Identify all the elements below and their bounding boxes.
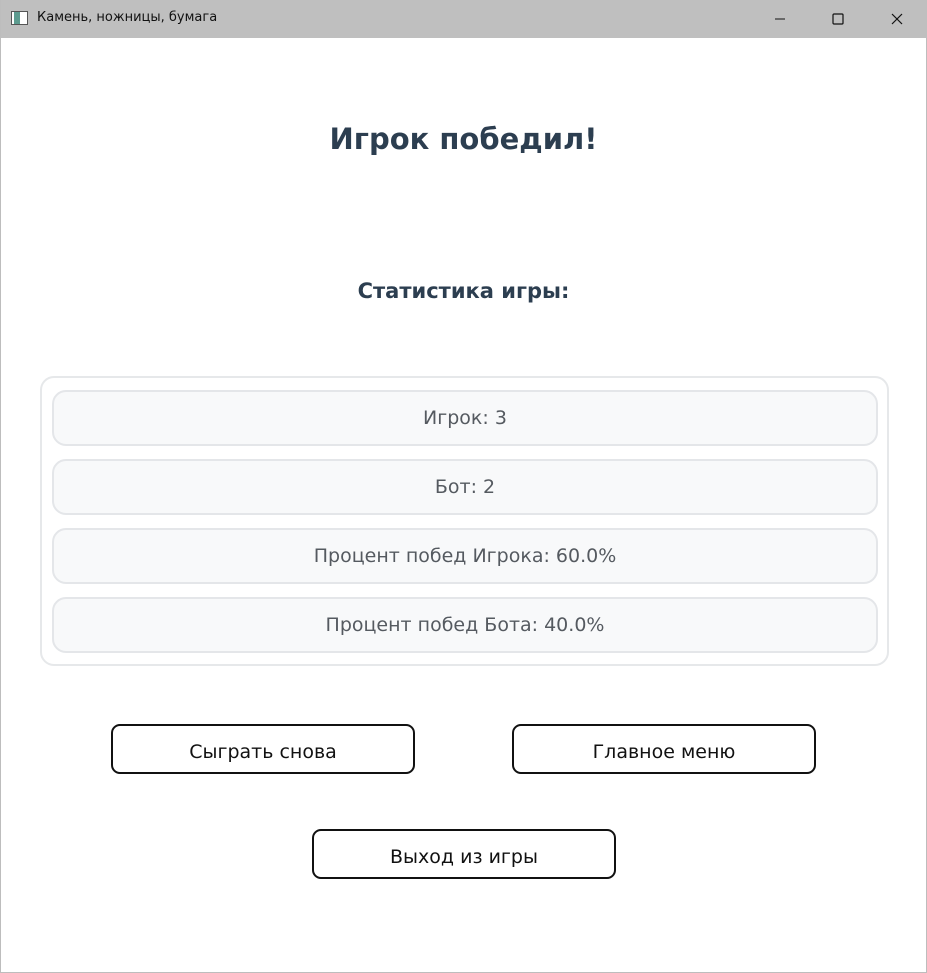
play-again-button[interactable]: Сыграть снова <box>111 724 415 774</box>
title-bar[interactable]: Камень, ножницы, бумага <box>1 0 927 38</box>
app-window: Камень, ножницы, бумага Игрок победил! С… <box>0 0 927 973</box>
stat-player-win-rate: Процент побед Игрока: 60.0% <box>52 528 878 584</box>
maximize-button[interactable] <box>809 0 867 38</box>
minimize-button[interactable] <box>751 0 809 38</box>
exit-game-button[interactable]: Выход из игры <box>312 829 616 879</box>
window-title: Камень, ножницы, бумага <box>37 10 218 25</box>
stats-panel: Игрок: 3 Бот: 2 Процент побед Игрока: 60… <box>40 376 889 666</box>
result-title: Игрок победил! <box>329 122 598 156</box>
main-menu-button[interactable]: Главное меню <box>512 724 816 774</box>
maximize-icon <box>832 13 844 25</box>
app-icon <box>11 11 28 25</box>
close-button[interactable] <box>868 0 926 38</box>
stat-bot-win-rate: Процент побед Бота: 40.0% <box>52 597 878 653</box>
stat-bot-score: Бот: 2 <box>52 459 878 515</box>
stat-player-score: Игрок: 3 <box>52 390 878 446</box>
minimize-icon <box>775 18 785 20</box>
close-icon <box>891 13 903 25</box>
stats-title: Статистика игры: <box>357 279 570 303</box>
